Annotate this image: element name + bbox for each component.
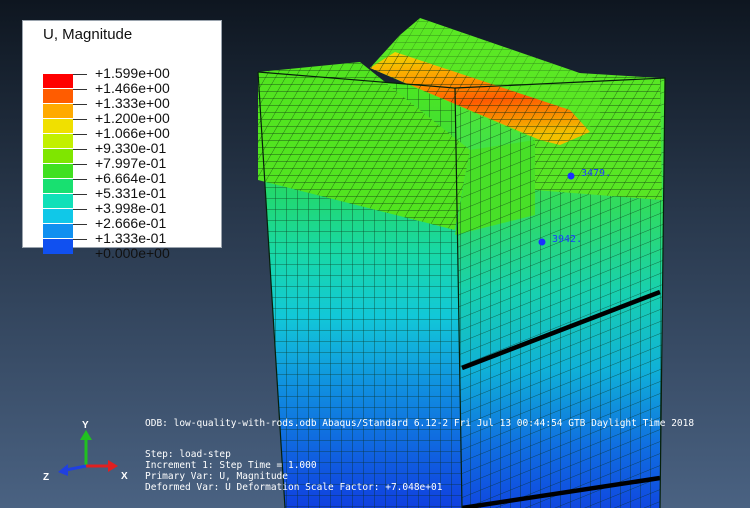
- legend-tick: [73, 209, 87, 210]
- legend-swatch: [43, 194, 73, 208]
- orientation-triad: [58, 430, 118, 476]
- probe-label: 3942.: [552, 234, 583, 245]
- deformed-var-line: Deformed Var: U Deformation Scale Factor…: [145, 482, 443, 493]
- legend-swatch: [43, 89, 73, 103]
- probe-point-2[interactable]: [538, 238, 546, 246]
- legend-swatch: [43, 239, 73, 254]
- legend-label: +3.998e-01: [95, 200, 167, 216]
- legend-tick: [73, 179, 87, 180]
- legend-label: +0.000e+00: [95, 245, 170, 261]
- legend-tick: [73, 164, 87, 165]
- legend-label: +1.200e+00: [95, 110, 170, 126]
- legend-swatch: [43, 134, 73, 148]
- legend-swatch: [43, 209, 73, 223]
- probe-label: 3479.: [581, 168, 612, 179]
- triad-y-label: Y: [82, 420, 89, 431]
- legend-tick: [73, 104, 87, 105]
- probe-point-1[interactable]: [567, 172, 575, 180]
- legend-label: +1.066e+00: [95, 125, 170, 141]
- increment-info-line: Increment 1: Step Time = 1.000: [145, 460, 317, 471]
- primary-var-line: Primary Var: U, Magnitude: [145, 471, 288, 482]
- legend-label: +6.664e-01: [95, 170, 167, 186]
- triad-x-label: X: [121, 471, 128, 482]
- legend-label: +7.997e-01: [95, 155, 167, 171]
- legend-panel: U, Magnitude +1.599e+00 +1.466e+00 +1.33…: [22, 20, 222, 261]
- legend-label: +1.333e-01: [95, 230, 167, 246]
- legend-tick: [73, 119, 87, 120]
- legend-label: +1.466e+00: [95, 80, 170, 96]
- legend-tick: [73, 239, 87, 240]
- legend-swatch: [43, 119, 73, 133]
- legend-tick: [73, 194, 87, 195]
- legend-swatch: [43, 149, 73, 163]
- legend-label: +1.333e+00: [95, 95, 170, 111]
- legend-title: U, Magnitude: [43, 26, 133, 43]
- legend-label: +9.330e-01: [95, 140, 167, 156]
- legend-label: +5.331e-01: [95, 185, 167, 201]
- step-info-line: Step: load-step: [145, 449, 231, 460]
- legend-label: +2.666e-01: [95, 215, 167, 231]
- legend-swatch: [43, 74, 73, 88]
- legend-tick: [73, 149, 87, 150]
- legend-swatch: [43, 179, 73, 193]
- legend-tick: [73, 134, 87, 135]
- odb-info-line: ODB: low-quality-with-rods.odb Abaqus/St…: [145, 418, 695, 429]
- legend-tick: [73, 74, 87, 75]
- legend-swatch: [43, 164, 73, 178]
- legend-swatch: [43, 224, 73, 238]
- triad-z-label: Z: [43, 472, 50, 483]
- legend-tick: [73, 89, 87, 90]
- legend-swatch: [43, 104, 73, 118]
- legend-tick: [73, 224, 87, 225]
- legend-label: +1.599e+00: [95, 65, 170, 81]
